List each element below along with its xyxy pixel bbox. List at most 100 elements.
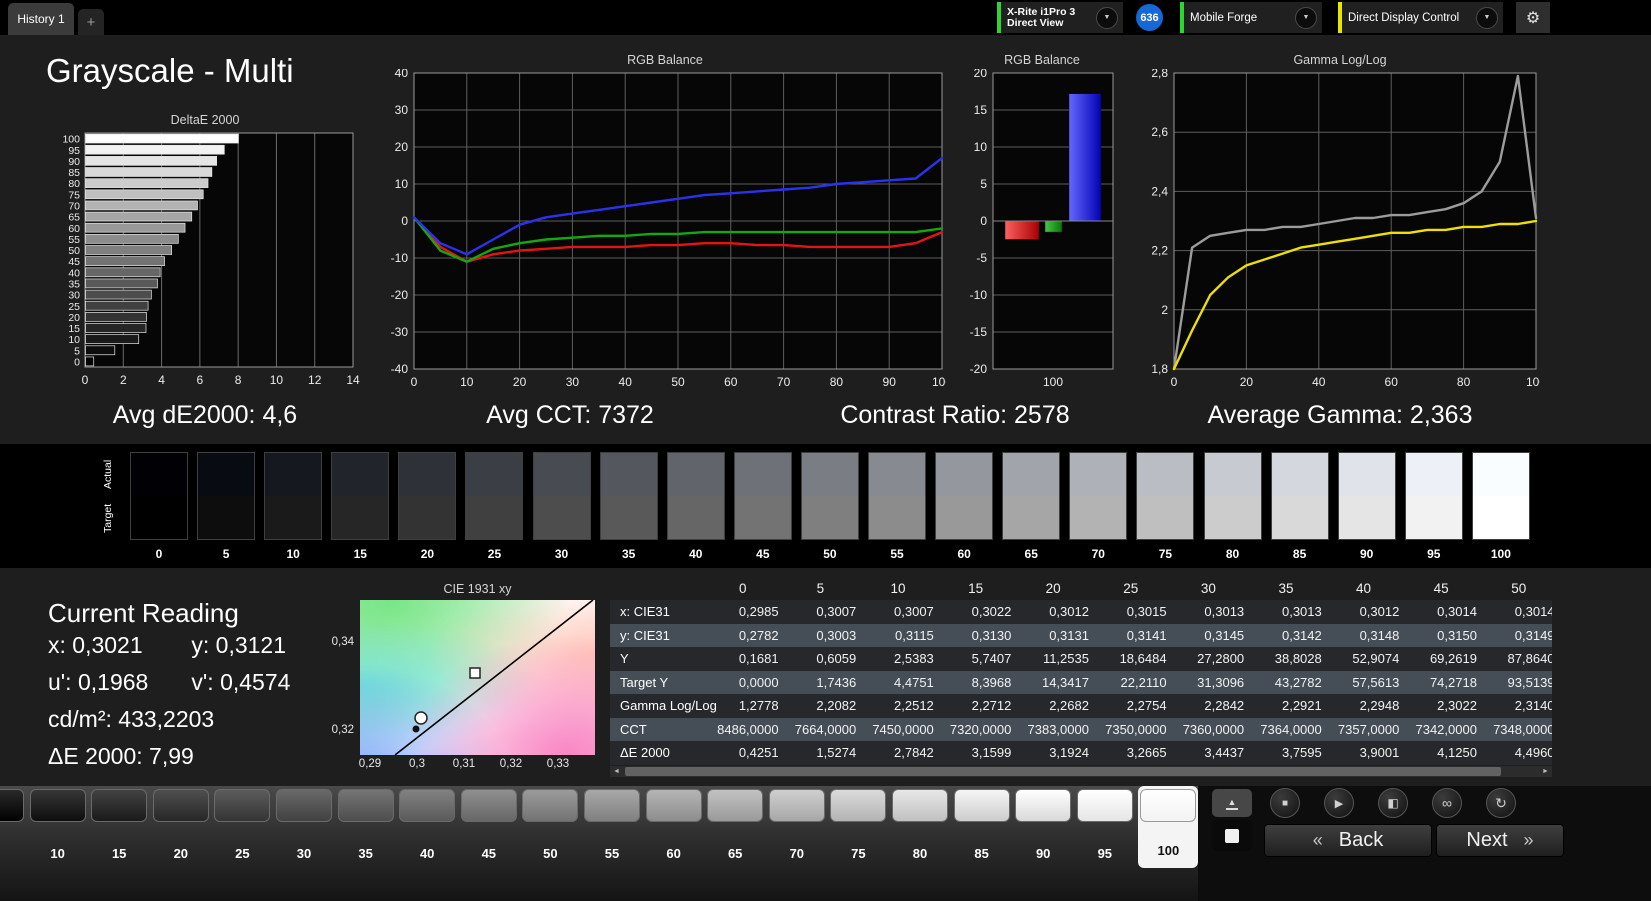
table-header-cell: 20 [1045, 580, 1061, 596]
table-cell: 0,0000 [738, 674, 779, 690]
level-button-35[interactable]: 35 [337, 789, 394, 861]
svg-text:20: 20 [513, 375, 527, 389]
table-cell: 14,3417 [1041, 674, 1089, 690]
svg-text:80: 80 [1457, 375, 1471, 389]
level-button-80[interactable]: 80 [892, 789, 948, 861]
level-button-5[interactable]: 5 [0, 789, 24, 861]
level-button-15[interactable]: 15 [91, 789, 148, 861]
deltae-bar-100 [85, 133, 239, 144]
level-button-90[interactable]: 90 [1015, 789, 1072, 861]
patch-actual [332, 453, 389, 496]
patch-actual [198, 453, 255, 496]
reset-button[interactable]: ↻ [1486, 788, 1516, 818]
patch-box [733, 452, 792, 540]
table-cell: 2,2754 [1126, 698, 1167, 714]
table-horizontal-scrollbar[interactable]: ◄ ► [610, 766, 1552, 777]
level-button-60[interactable]: 60 [645, 789, 702, 861]
table-row[interactable]: Target Y 0,0000 1,7436 4,4751 8,3968 14,3417 2… [610, 670, 1552, 694]
patch-target [734, 496, 791, 539]
level-button-65[interactable]: 65 [707, 789, 764, 861]
level-button-100[interactable]: 100 [1138, 786, 1199, 868]
table-cell: 0,3013 [1204, 604, 1245, 620]
level-button-85[interactable]: 85 [953, 789, 1010, 861]
patch-box [532, 452, 591, 540]
expand-panel-button[interactable]: ▲ [1212, 789, 1252, 817]
patch-label: 70 [1091, 547, 1105, 561]
workflow-dropdown[interactable]: Direct Display Control ▼ [1338, 2, 1503, 33]
patch-label: 35 [621, 547, 636, 561]
table-cell: 93,5139 [1507, 674, 1552, 690]
level-button-45[interactable]: 45 [460, 789, 517, 861]
svg-text:25: 25 [68, 301, 80, 313]
level-button-75[interactable]: 75 [830, 789, 887, 861]
chevron-down-icon[interactable]: ▼ [1476, 6, 1498, 29]
patch-label: 15 [353, 547, 367, 561]
level-button-10[interactable]: 10 [29, 789, 86, 861]
target-point-marker [469, 667, 481, 679]
svg-text:-40: -40 [391, 362, 409, 376]
table-row[interactable]: ΔE 2000 0,4251 1,5274 2,7842 3,1599 3,1924 3,2… [610, 741, 1552, 765]
average-gamma-caption: Average Gamma: 2,363 [1207, 401, 1473, 429]
tab-history-1[interactable]: History 1 [8, 3, 74, 35]
svg-text:2,6: 2,6 [1151, 125, 1168, 139]
grayscale-patch-95: 95 [1404, 452, 1463, 561]
table-cell: 0,3013 [1281, 604, 1322, 620]
table-cell: 7342,0000 [1415, 721, 1477, 737]
continuous-read-button[interactable]: ◧ [1378, 788, 1408, 818]
table-row[interactable]: x: CIE31 0,2985 0,3007 0,3007 0,3022 0,3012 0,… [610, 600, 1552, 624]
back-button[interactable]: « Back [1264, 824, 1432, 857]
play-button[interactable]: ▶ [1324, 788, 1354, 818]
level-button-70[interactable]: 70 [768, 789, 825, 861]
cie-x-tick: 0,32 [499, 758, 523, 770]
deltae-bar-75 [85, 189, 204, 200]
level-button-55[interactable]: 55 [584, 789, 640, 861]
reference-point-dot [412, 725, 420, 733]
patch-box [599, 452, 658, 540]
stop-button[interactable]: ■ [1270, 788, 1300, 818]
level-button-40[interactable]: 40 [399, 789, 456, 861]
next-button[interactable]: Next » [1436, 824, 1564, 857]
table-cell: 0,3003 [816, 627, 857, 643]
scroll-right-arrow[interactable]: ► [1539, 768, 1552, 775]
current-reading-xy: x: 0,3021 y: 0,3121 [48, 632, 287, 658]
level-button-20[interactable]: 20 [152, 789, 209, 861]
svg-text:80: 80 [830, 375, 844, 389]
level-button-50[interactable]: 50 [522, 789, 579, 861]
back-chevron-icon: « [1312, 830, 1323, 850]
level-label: 40 [419, 846, 435, 861]
level-button-30[interactable]: 30 [276, 789, 332, 861]
level-swatch [953, 789, 1010, 822]
deltae-chart-title: DeltaE 2000 [170, 113, 240, 127]
table-cell: 7348,0000 [1493, 721, 1552, 737]
target-row-label: Target [102, 503, 114, 533]
pattern-window-button[interactable] [1212, 820, 1252, 851]
chevron-down-icon[interactable]: ▼ [1295, 6, 1317, 29]
table-row[interactable]: y: CIE31 0,2782 0,3003 0,3115 0,3130 0,3131 0,… [610, 623, 1552, 647]
play-icon: ▶ [1334, 797, 1344, 810]
chevron-down-icon[interactable]: ▼ [1096, 6, 1118, 29]
svg-text:-10: -10 [970, 288, 988, 302]
table-cell: 0,3014 [1514, 604, 1552, 620]
patch-label: 5 [222, 547, 230, 561]
table-row[interactable]: Y 0,1681 0,6059 2,5383 5,7407 11,2535 18,6484 2… [610, 647, 1552, 671]
scrollbar-thumb[interactable] [625, 767, 1501, 776]
source-dropdown[interactable]: Mobile Forge ▼ [1180, 2, 1322, 33]
level-label: 75 [851, 846, 866, 861]
cie-x-tick: 0,29 [358, 758, 382, 770]
table-cell: 2,2842 [1204, 698, 1245, 714]
loop-button[interactable]: ∞ [1432, 788, 1462, 818]
level-button-95[interactable]: 95 [1076, 789, 1133, 861]
scroll-left-arrow[interactable]: ◄ [610, 768, 623, 775]
table-row[interactable]: CCT 8486,0000 7664,0000 7450,0000 7320,0000 7… [610, 717, 1552, 741]
settings-button[interactable]: ⚙ [1516, 2, 1550, 33]
level-button-25[interactable]: 25 [214, 789, 271, 861]
meter-dropdown[interactable]: X-Rite i1Pro 3 Direct View ▼ [997, 2, 1123, 33]
table-cell: 2,5383 [894, 651, 934, 667]
deltae-bar-20 [85, 312, 147, 322]
grayscale-patch-35: 35 [599, 452, 658, 561]
add-tab-button[interactable]: + [78, 9, 104, 35]
table-cell: 2,2948 [1359, 698, 1400, 714]
patch-actual [1003, 453, 1060, 496]
cie-1931-chart [360, 599, 595, 756]
table-row[interactable]: Gamma Log/Log 1,2778 2,2082 2,2512 2,2712 2,2… [610, 694, 1552, 718]
